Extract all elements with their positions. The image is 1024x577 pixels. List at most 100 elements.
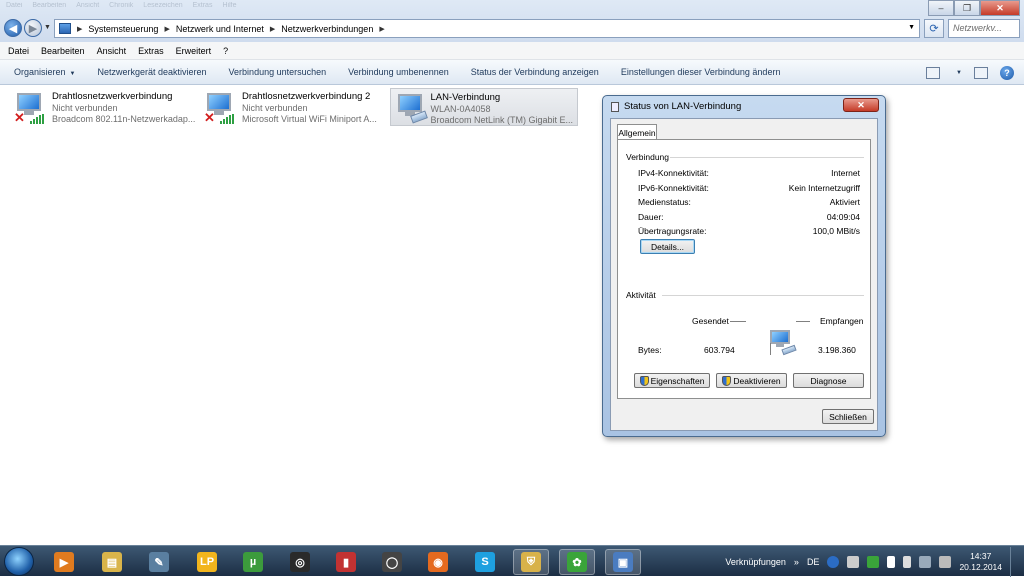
clock-time: 14:37	[970, 550, 992, 561]
taskbar-app-button[interactable]: ◎	[282, 549, 318, 575]
chevron-down-icon[interactable]: ▼	[908, 24, 915, 31]
chevron-down-icon[interactable]: ▼	[956, 70, 962, 76]
search-input[interactable]: Netzwerkv...	[948, 19, 1020, 38]
chevron-right-icon[interactable]: ▶	[270, 25, 275, 33]
disable-device-button[interactable]: Netzwerkgerät deaktivieren	[97, 67, 206, 77]
volume-icon[interactable]	[939, 555, 952, 568]
connection-name: Drahtlosnetzwerkverbindung 2	[242, 91, 371, 102]
menu-view[interactable]: Ansicht	[97, 46, 127, 56]
network-tray-icon[interactable]	[919, 555, 932, 568]
taskbar-app-button[interactable]: ✎	[141, 549, 177, 575]
tray-toolbar-label[interactable]: Verknüpfungen	[725, 557, 786, 567]
taskbar: ▶ ▤ ✎ LP µ ◎ ▮ ◯ ◉ S ⛨ ✿ ▣ Verknüpfungen » DE 14:37 …	[0, 545, 1024, 577]
minimize-button[interactable]: –	[928, 0, 954, 16]
explorer-icon: ▤	[102, 552, 122, 572]
change-settings-button[interactable]: Einstellungen dieser Verbindung ändern	[621, 67, 781, 77]
menu-edit[interactable]: Bearbeiten	[41, 46, 85, 56]
divider	[670, 157, 864, 158]
tray-arrow-icon[interactable]	[847, 555, 860, 568]
chevron-icon[interactable]: »	[794, 557, 799, 567]
diagnose-button[interactable]: Diagnose	[793, 373, 864, 388]
uac-shield-icon	[639, 375, 649, 386]
deactivate-button[interactable]: Deaktivieren	[716, 373, 787, 388]
sent-label: Gesendet	[692, 316, 729, 326]
battery-icon[interactable]	[903, 555, 912, 568]
properties-button[interactable]: Eigenschaften	[634, 373, 710, 388]
bytes-sent-value: 603.794	[704, 345, 735, 355]
activity-computers-icon	[768, 328, 798, 356]
ghost-menu-item: Extras	[192, 2, 213, 9]
menu-file[interactable]: Datei	[8, 46, 29, 56]
chevron-right-icon[interactable]: ▶	[379, 25, 384, 33]
view-options-icon[interactable]	[926, 67, 941, 79]
media-player-icon: ▶	[54, 552, 74, 572]
chevron-right-icon[interactable]: ▶	[164, 25, 169, 33]
deactivate-label: Deaktivieren	[733, 375, 781, 386]
language-indicator[interactable]: DE	[807, 557, 820, 567]
taskbar-app-button[interactable]: ◯	[374, 549, 410, 575]
address-bar[interactable]: ▶ Systemsteuerung ▶ Netzwerk und Interne…	[54, 19, 920, 38]
bytes-received-value: 3.198.360	[818, 345, 856, 355]
diagnose-connection-button[interactable]: Verbindung untersuchen	[229, 67, 327, 77]
connection-item-wireless[interactable]: ✕ Drahtlosnetzwerkverbindung Nicht verbu…	[10, 88, 199, 126]
bytes-divider	[770, 343, 771, 355]
refresh-button[interactable]: ⟳	[924, 19, 944, 38]
security-shield-icon: ⛨	[521, 552, 541, 572]
taskbar-app-button[interactable]: ▣	[605, 549, 641, 575]
rename-connection-button[interactable]: Verbindung umbenennen	[348, 67, 449, 77]
chevron-right-icon[interactable]: ▶	[77, 25, 82, 33]
row-label: IPv4-Konnektivität:	[638, 168, 709, 178]
taskbar-app-button[interactable]: ◉	[420, 549, 456, 575]
connection-item-wireless-2[interactable]: ✕ Drahtlosnetzwerkverbindung 2 Nicht ver…	[200, 88, 381, 126]
close-icon: ✕	[857, 99, 865, 110]
arrow-left-icon: ◀	[8, 22, 18, 35]
show-desktop-button[interactable]	[1010, 546, 1018, 577]
help-icon[interactable]	[827, 555, 840, 568]
taskbar-app-button[interactable]: ⛨	[513, 549, 549, 575]
taskbar-app-button[interactable]: ✿	[559, 549, 595, 575]
menu-tools[interactable]: Extras	[138, 46, 164, 56]
ghost-menu-item: Bearbeiten	[32, 2, 67, 9]
forward-button[interactable]: ▶	[24, 19, 42, 37]
connection-item-lan[interactable]: LAN-Verbindung WLAN-0A4058 Broadcom NetL…	[390, 88, 578, 126]
start-button[interactable]	[4, 547, 34, 576]
menu-help[interactable]: ?	[223, 46, 228, 56]
taskbar-app-button[interactable]: ▤	[94, 549, 130, 575]
close-dialog-button[interactable]: Schließen	[822, 409, 874, 424]
back-button[interactable]: ◀	[4, 19, 22, 37]
taskbar-app-button[interactable]: LP	[189, 549, 225, 575]
ghost-menu-item: Ansicht	[76, 2, 100, 9]
taskbar-app-button[interactable]: ▶	[46, 549, 82, 575]
icq-tray-icon[interactable]	[867, 555, 880, 568]
connection-device: Broadcom NetLink (TM) Gigabit E...	[430, 115, 573, 125]
organize-button[interactable]: Organisieren ▼	[14, 67, 75, 77]
clock[interactable]: 14:37 20.12.2014	[959, 551, 1002, 573]
preview-pane-icon[interactable]	[974, 67, 988, 79]
breadcrumb-item[interactable]: Netzwerk und Internet	[176, 24, 264, 34]
breadcrumb-item[interactable]: Systemsteuerung	[88, 24, 158, 34]
firefox-icon: ◉	[428, 552, 448, 572]
maximize-button[interactable]: ❐	[954, 0, 980, 16]
row-label: Dauer:	[638, 212, 664, 222]
close-window-button[interactable]: ✕	[980, 0, 1020, 16]
connection-status: Nicht verbunden	[52, 103, 118, 113]
history-dropdown-icon[interactable]: ▼	[44, 24, 51, 31]
lan-status-dialog: Status von LAN-Verbindung ✕ Allgemein Ve…	[602, 95, 886, 437]
dialog-close-button[interactable]: ✕	[843, 98, 879, 112]
book-icon: ▮	[336, 552, 356, 572]
command-toolbar: Organisieren ▼ Netzwerkgerät deaktivieren…	[0, 60, 1024, 85]
taskbar-app-button[interactable]: S	[467, 549, 503, 575]
ghost-menu-item: Hilfe	[222, 2, 237, 9]
window-title-bar: Datei Bearbeiten Ansicht Chronik Lesezei…	[0, 0, 1024, 42]
taskbar-app-button[interactable]: ▮	[328, 549, 364, 575]
taskbar-app-button[interactable]: µ	[235, 549, 271, 575]
tab-general[interactable]: Allgemein	[617, 124, 657, 140]
row-value: Internet	[831, 168, 860, 178]
flag-icon[interactable]	[887, 555, 896, 568]
window-controls: – ❐ ✕	[928, 0, 1020, 16]
menu-advanced[interactable]: Erweitert	[176, 46, 212, 56]
breadcrumb-item[interactable]: Netzwerkverbindungen	[281, 24, 373, 34]
help-icon[interactable]: ?	[1000, 66, 1014, 80]
view-status-button[interactable]: Status der Verbindung anzeigen	[471, 67, 599, 77]
details-button[interactable]: Details...	[640, 239, 695, 254]
